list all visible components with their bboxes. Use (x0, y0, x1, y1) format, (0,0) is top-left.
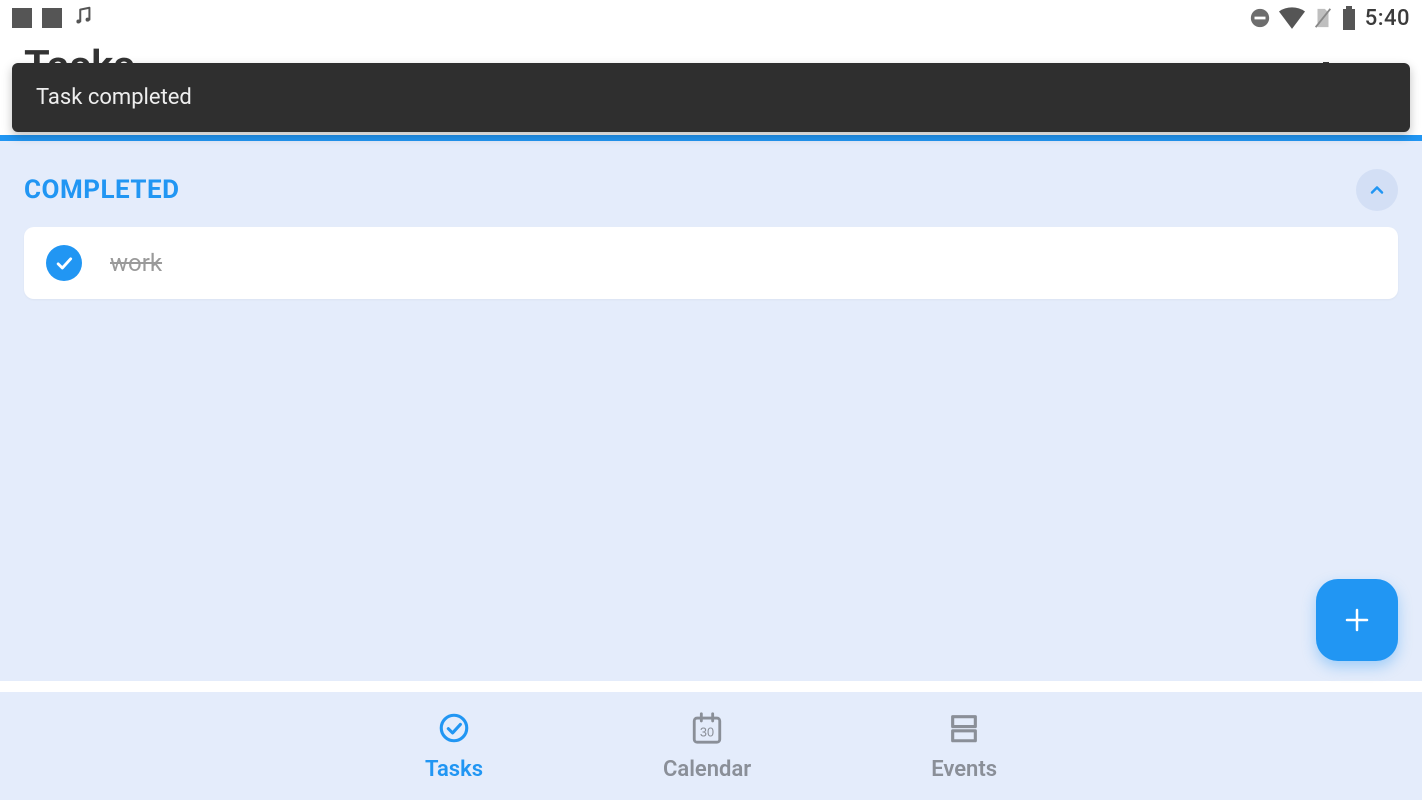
do-not-disturb-icon (1249, 7, 1271, 29)
status-left (12, 5, 94, 31)
task-label: work (110, 249, 162, 277)
battery-icon (1341, 6, 1357, 30)
check-circle-icon (437, 711, 471, 745)
nav-events[interactable]: Events (931, 711, 997, 782)
no-sim-icon (1313, 7, 1333, 29)
section-header: COMPLETED (0, 141, 1422, 227)
status-right: 5:40 (1249, 6, 1410, 31)
calendar-icon: 30 (690, 711, 724, 745)
bottom-nav: Tasks 30 Calendar Events (0, 692, 1422, 800)
snackbar-message: Task completed (36, 85, 192, 110)
main-content: COMPLETED work Task completed (0, 141, 1422, 681)
svg-text:30: 30 (700, 724, 714, 739)
status-bar: 5:40 (0, 0, 1422, 36)
collapse-section-button[interactable] (1356, 169, 1398, 211)
music-note-icon (72, 5, 94, 31)
events-icon (947, 711, 981, 745)
section-title: COMPLETED (24, 175, 180, 205)
status-square-icon (12, 8, 32, 28)
task-row[interactable]: work (24, 227, 1398, 299)
status-time: 5:40 (1365, 6, 1410, 31)
nav-tasks[interactable]: Tasks (425, 711, 483, 782)
wifi-icon (1279, 7, 1305, 29)
task-complete-checkbox[interactable] (46, 245, 82, 281)
nav-label: Calendar (663, 757, 751, 782)
nav-calendar[interactable]: 30 Calendar (663, 711, 751, 782)
status-square-icon (42, 8, 62, 28)
nav-label: Tasks (425, 757, 483, 782)
nav-label: Events (931, 757, 997, 782)
add-task-button[interactable] (1316, 579, 1398, 661)
snackbar: Task completed (12, 63, 1410, 132)
